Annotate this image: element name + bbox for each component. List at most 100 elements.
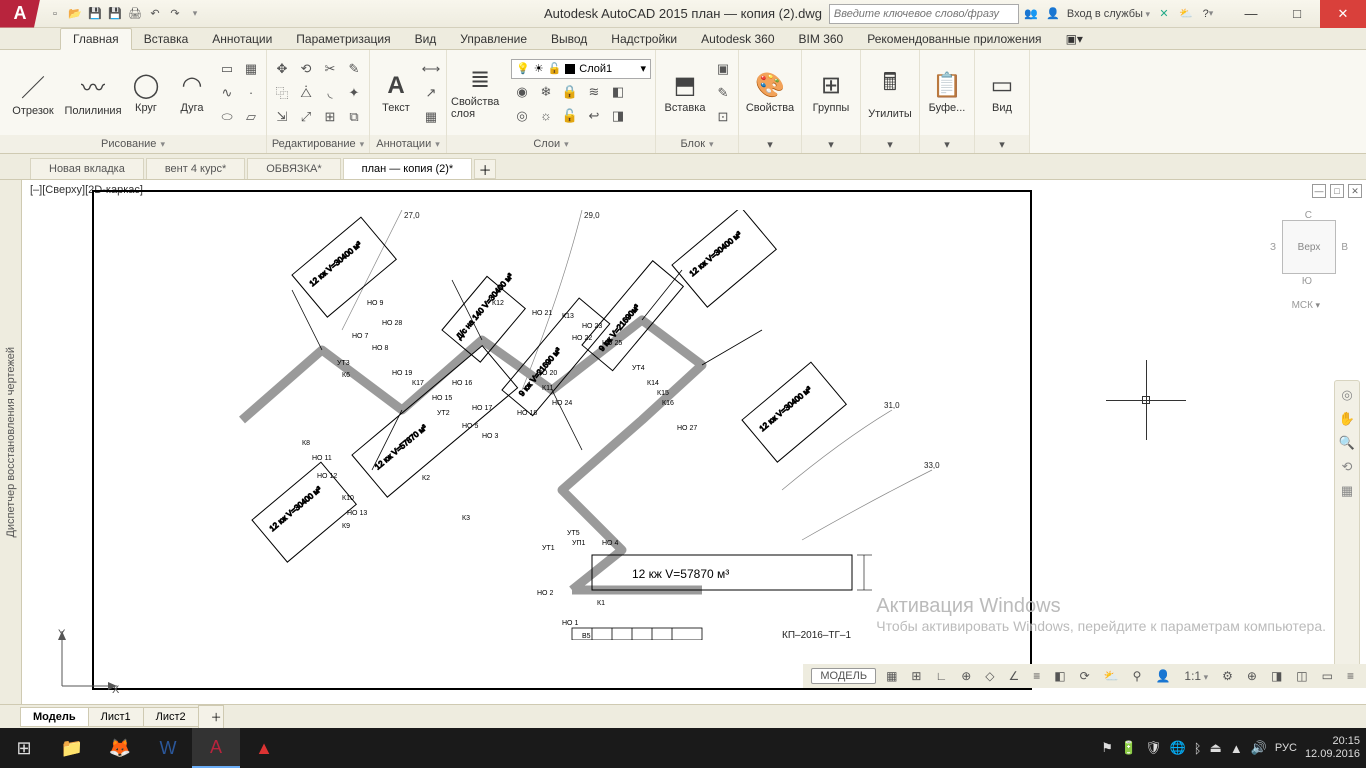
layer-thaw-icon[interactable]: ☼ xyxy=(535,105,557,127)
anno-toggle-icon[interactable]: ⛅ xyxy=(1100,668,1123,684)
tray-vol-icon[interactable]: 🔊 xyxy=(1251,740,1267,756)
recovery-palette-tab[interactable]: Диспетчер восстановления чертежей xyxy=(0,180,22,704)
ribbon-tab-a360[interactable]: Autodesk 360 xyxy=(689,29,786,49)
panel-utils-title[interactable]: ▾ xyxy=(861,135,919,153)
tray-action-icon[interactable]: ⚑ xyxy=(1101,740,1113,756)
file-tab-start[interactable]: Новая вкладка xyxy=(30,158,144,179)
spline-icon[interactable]: ∿ xyxy=(216,82,238,104)
tray-battery-icon[interactable]: 🔋 xyxy=(1121,740,1137,756)
nav-pan-icon[interactable]: ✋ xyxy=(1339,411,1355,427)
grid-toggle-icon[interactable]: ▦ xyxy=(882,668,901,684)
stretch-icon[interactable]: ⇲ xyxy=(271,106,293,128)
layout-tab-2[interactable]: Лист2 xyxy=(143,707,199,727)
help-icon[interactable]: ? xyxy=(1200,6,1216,22)
create-block-icon[interactable]: ▣ xyxy=(712,58,734,80)
panel-clip-title[interactable]: ▾ xyxy=(920,135,974,153)
layout-tab-1[interactable]: Лист1 xyxy=(88,707,144,727)
viewcube-s[interactable]: Ю xyxy=(1302,276,1312,287)
close-button[interactable]: ✕ xyxy=(1320,0,1366,28)
infocenter-search-icon[interactable]: 👥 xyxy=(1023,6,1039,22)
file-tab-new-button[interactable]: ＋ xyxy=(474,159,496,179)
task-acrobat-icon[interactable]: ▲ xyxy=(240,728,288,768)
ribbon-tab-addins[interactable]: Надстройки xyxy=(599,29,689,49)
app-logo[interactable]: A xyxy=(0,0,40,28)
copy-icon[interactable]: ⿻ xyxy=(271,82,293,104)
utils-button[interactable]: 🖩Утилиты xyxy=(865,53,915,133)
viewcube-w[interactable]: З xyxy=(1270,242,1276,253)
attr-icon[interactable]: ⊡ xyxy=(712,106,734,128)
tray-usb-icon[interactable]: ⏏ xyxy=(1210,740,1222,756)
leader-icon[interactable]: ↗ xyxy=(420,82,442,104)
otrack-toggle-icon[interactable]: ∠ xyxy=(1005,668,1024,684)
layout-tab-add[interactable]: ＋ xyxy=(198,705,224,729)
view-button[interactable]: ▭Вид xyxy=(979,53,1025,133)
osnap-toggle-icon[interactable]: ◇ xyxy=(981,668,998,684)
file-tab-2[interactable]: ОБВЯЗКА* xyxy=(247,158,340,179)
qat-undo-icon[interactable]: ↶ xyxy=(146,5,164,23)
ribbon-tab-output[interactable]: Вывод xyxy=(539,29,599,49)
ortho-toggle-icon[interactable]: ∟ xyxy=(931,668,951,684)
ribbon-tab-manage[interactable]: Управление xyxy=(448,29,539,49)
circle-button[interactable]: ◯Круг xyxy=(124,53,168,133)
polyline-button[interactable]: 〰Полилиния xyxy=(64,53,122,133)
task-firefox-icon[interactable]: 🦊 xyxy=(96,728,144,768)
nav-orbit-icon[interactable]: ⟲ xyxy=(1342,459,1353,475)
nav-wheel-icon[interactable]: ◎ xyxy=(1341,387,1352,403)
explode-icon[interactable]: ✦ xyxy=(343,82,365,104)
dim-linear-icon[interactable]: ⟷ xyxy=(420,58,442,80)
ribbon-tab-insert[interactable]: Вставка xyxy=(132,29,201,49)
mirror-icon[interactable]: ⧊ xyxy=(295,82,317,104)
layer-on-icon[interactable]: ◎ xyxy=(511,105,533,127)
viewcube-n[interactable]: С xyxy=(1305,210,1312,221)
qat-saveas-icon[interactable]: 💾 xyxy=(106,5,124,23)
panel-annot-title[interactable]: Аннотации xyxy=(370,135,446,153)
hatch-icon[interactable]: ▦ xyxy=(240,58,262,80)
hw-accel-icon[interactable]: ◨ xyxy=(1267,668,1286,684)
snap-toggle-icon[interactable]: ⊞ xyxy=(907,668,925,684)
start-button[interactable]: ⊞ xyxy=(0,728,48,768)
props-button[interactable]: 🎨Свойства xyxy=(743,53,797,133)
array-icon[interactable]: ⊞ xyxy=(319,106,341,128)
qat-new-icon[interactable]: ▫ xyxy=(46,5,64,23)
file-tab-1[interactable]: вент 4 курс* xyxy=(146,158,245,179)
nav-showmotion-icon[interactable]: ▦ xyxy=(1341,483,1353,499)
layer-freeze-icon[interactable]: ❄ xyxy=(535,81,557,103)
ellipse-icon[interactable]: ⬭ xyxy=(216,106,238,128)
qat-save-icon[interactable]: 💾 xyxy=(86,5,104,23)
trim-icon[interactable]: ✂ xyxy=(319,58,341,80)
cycling-icon[interactable]: ⟳ xyxy=(1076,668,1094,684)
offset-icon[interactable]: ⧉ xyxy=(343,106,365,128)
erase-icon[interactable]: ✎ xyxy=(343,58,365,80)
layer-match-icon[interactable]: ≋ xyxy=(583,81,605,103)
task-autocad-icon[interactable]: A xyxy=(192,728,240,768)
customize-icon[interactable]: ≡ xyxy=(1343,668,1358,684)
layer-uniso-icon[interactable]: ◨ xyxy=(607,105,629,127)
transparency-icon[interactable]: ◧ xyxy=(1050,668,1069,684)
ribbon-tab-bim360[interactable]: BIM 360 xyxy=(787,29,856,49)
qat-open-icon[interactable]: 📂 xyxy=(66,5,84,23)
drawing-canvas[interactable]: [–][Сверху][2D-каркас] 27,0 29,0 31,0 33… xyxy=(22,180,1366,704)
panel-layers-title[interactable]: Слои xyxy=(447,135,655,153)
nav-zoom-icon[interactable]: 🔍 xyxy=(1339,435,1355,451)
maximize-button[interactable]: □ xyxy=(1274,0,1320,28)
ribbon-tab-home[interactable]: Главная xyxy=(60,28,132,50)
panel-modify-title[interactable]: Редактирование xyxy=(267,135,369,153)
layer-iso-icon[interactable]: ◧ xyxy=(607,81,629,103)
layer-props-button[interactable]: ≣Свойства слоя xyxy=(451,53,509,133)
vp-max-icon[interactable]: □ xyxy=(1330,184,1344,198)
rect-icon[interactable]: ▭ xyxy=(216,58,238,80)
panel-draw-title[interactable]: Рисование xyxy=(0,135,266,153)
arc-button[interactable]: ◠Дуга xyxy=(170,53,214,133)
ribbon-tab-featured[interactable]: Рекомендованные приложения xyxy=(855,29,1053,49)
scale-combo[interactable]: 1:1 xyxy=(1180,668,1212,684)
scale-icon[interactable]: ⤢ xyxy=(295,106,317,128)
model-button[interactable]: МОДЕЛЬ xyxy=(811,668,876,684)
isolate-icon[interactable]: ◫ xyxy=(1292,668,1311,684)
ribbon-tab-annotate[interactable]: Аннотации xyxy=(200,29,284,49)
region-icon[interactable]: ▱ xyxy=(240,106,262,128)
viewcube-wcs[interactable]: МСК xyxy=(1292,300,1320,311)
ribbon-tab-view[interactable]: Вид xyxy=(403,29,449,49)
tray-bt-icon[interactable]: ᛒ xyxy=(1194,741,1202,756)
move-icon[interactable]: ✥ xyxy=(271,58,293,80)
point-icon[interactable]: · xyxy=(240,82,262,104)
